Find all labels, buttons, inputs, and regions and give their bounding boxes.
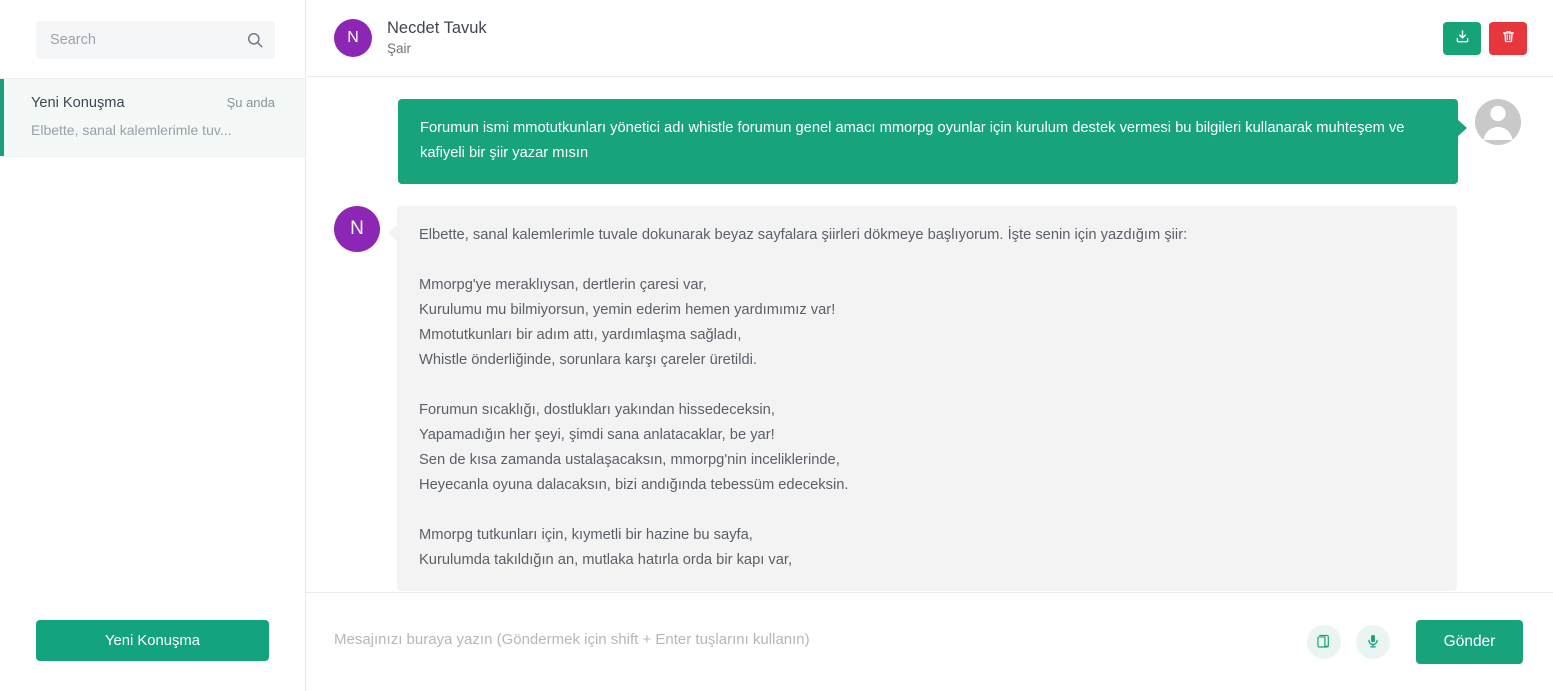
chat-title: Necdet Tavuk <box>387 18 487 37</box>
send-button[interactable]: Gönder <box>1416 620 1523 664</box>
header-actions <box>1443 21 1527 55</box>
avatar <box>1475 99 1521 145</box>
message-line-blank <box>419 373 1435 398</box>
search-box[interactable] <box>36 21 275 59</box>
search-icon[interactable] <box>247 32 263 48</box>
conversation-timestamp: Şu anda <box>226 95 275 110</box>
conversation-item[interactable]: Yeni Konuşma Şu anda Elbette, sanal kale… <box>0 79 305 157</box>
message-line: Mmotutkunları bir adım attı, yardımlaşma… <box>419 327 742 343</box>
message-composer: Gönder <box>306 592 1553 691</box>
message-line: Sen de kısa zamanda ustalaşacaksın, mmor… <box>419 452 840 468</box>
sidebar: Yeni Konuşma Şu anda Elbette, sanal kale… <box>0 0 306 691</box>
message-line-blank <box>419 248 1435 273</box>
conversation-title: Yeni Konuşma <box>31 95 125 111</box>
message-list[interactable]: bir bilgi var mı? Forumun ismi mmotutkun… <box>306 77 1553 592</box>
avatar: N <box>334 206 380 252</box>
search-input[interactable] <box>36 21 275 59</box>
book-icon <box>1316 633 1332 652</box>
message-line: Kurulumda takıldığın an, mutlaka hatırla… <box>419 552 793 568</box>
microphone-icon <box>1365 633 1381 652</box>
message-bubble: Forumun ismi mmotutkunları yönetici adı … <box>398 99 1467 184</box>
download-button[interactable] <box>1443 21 1481 55</box>
chat-subtitle: Şair <box>387 41 412 57</box>
conversation-preview: Elbette, sanal kalemlerimle tuv... <box>31 122 232 138</box>
message-line: Kurulumu mu bilmiyorsun, yemin ederim he… <box>419 302 836 318</box>
chat-header-meta: Necdet Tavuk Şair <box>387 18 487 59</box>
message-line: Whistle önderliğinde, sorunlara karşı ça… <box>419 352 757 368</box>
message-line: Mmorpg'ye meraklıysan, dertlerin çaresi … <box>419 277 707 293</box>
message-input[interactable] <box>334 619 1292 665</box>
message-line: Forumun sıcaklığı, dostlukları yakından … <box>419 402 775 418</box>
conversation-item-header: Yeni Konuşma Şu anda <box>31 95 275 111</box>
message-line: Mmorpg tutkunları için, kıymetli bir haz… <box>419 527 753 543</box>
dictionary-button[interactable] <box>1307 625 1341 659</box>
message-line: Elbette, sanal kalemlerimle tuvale dokun… <box>419 227 1188 243</box>
person-icon <box>1475 99 1521 145</box>
conversation-list[interactable]: Yeni Konuşma Şu anda Elbette, sanal kale… <box>0 78 305 620</box>
new-conversation-button[interactable]: Yeni Konuşma <box>36 620 269 661</box>
message-line: Yapamadığın her şeyi, şimdi sana anlatac… <box>419 427 775 443</box>
message-row: Forumun ismi mmotutkunları yönetici adı … <box>334 99 1521 184</box>
search-section <box>0 0 305 78</box>
trash-icon <box>1501 29 1516 47</box>
sidebar-footer: Yeni Konuşma <box>0 620 305 691</box>
message-line-blank <box>419 498 1435 523</box>
avatar: N <box>334 19 372 57</box>
message-text: Elbette, sanal kalemlerimle tuvale dokun… <box>419 223 1435 573</box>
message-row: N Elbette, sanal kalemlerimle tuvale dok… <box>334 206 1521 591</box>
chat-application: Yeni Konuşma Şu anda Elbette, sanal kale… <box>0 0 1553 691</box>
chat-header: N Necdet Tavuk Şair <box>306 0 1553 77</box>
voice-input-button[interactable] <box>1356 625 1390 659</box>
message-text: Forumun ismi mmotutkunları yönetici adı … <box>420 120 1409 161</box>
message-line: Heyecanla oyuna dalacaksın, bizi andığın… <box>419 477 849 493</box>
chat-main: N Necdet Tavuk Şair Forumun ismi mmotutk… <box>306 0 1553 691</box>
message-bubble: Elbette, sanal kalemlerimle tuvale dokun… <box>388 206 1457 591</box>
download-icon <box>1455 29 1470 47</box>
delete-button[interactable] <box>1489 21 1527 55</box>
